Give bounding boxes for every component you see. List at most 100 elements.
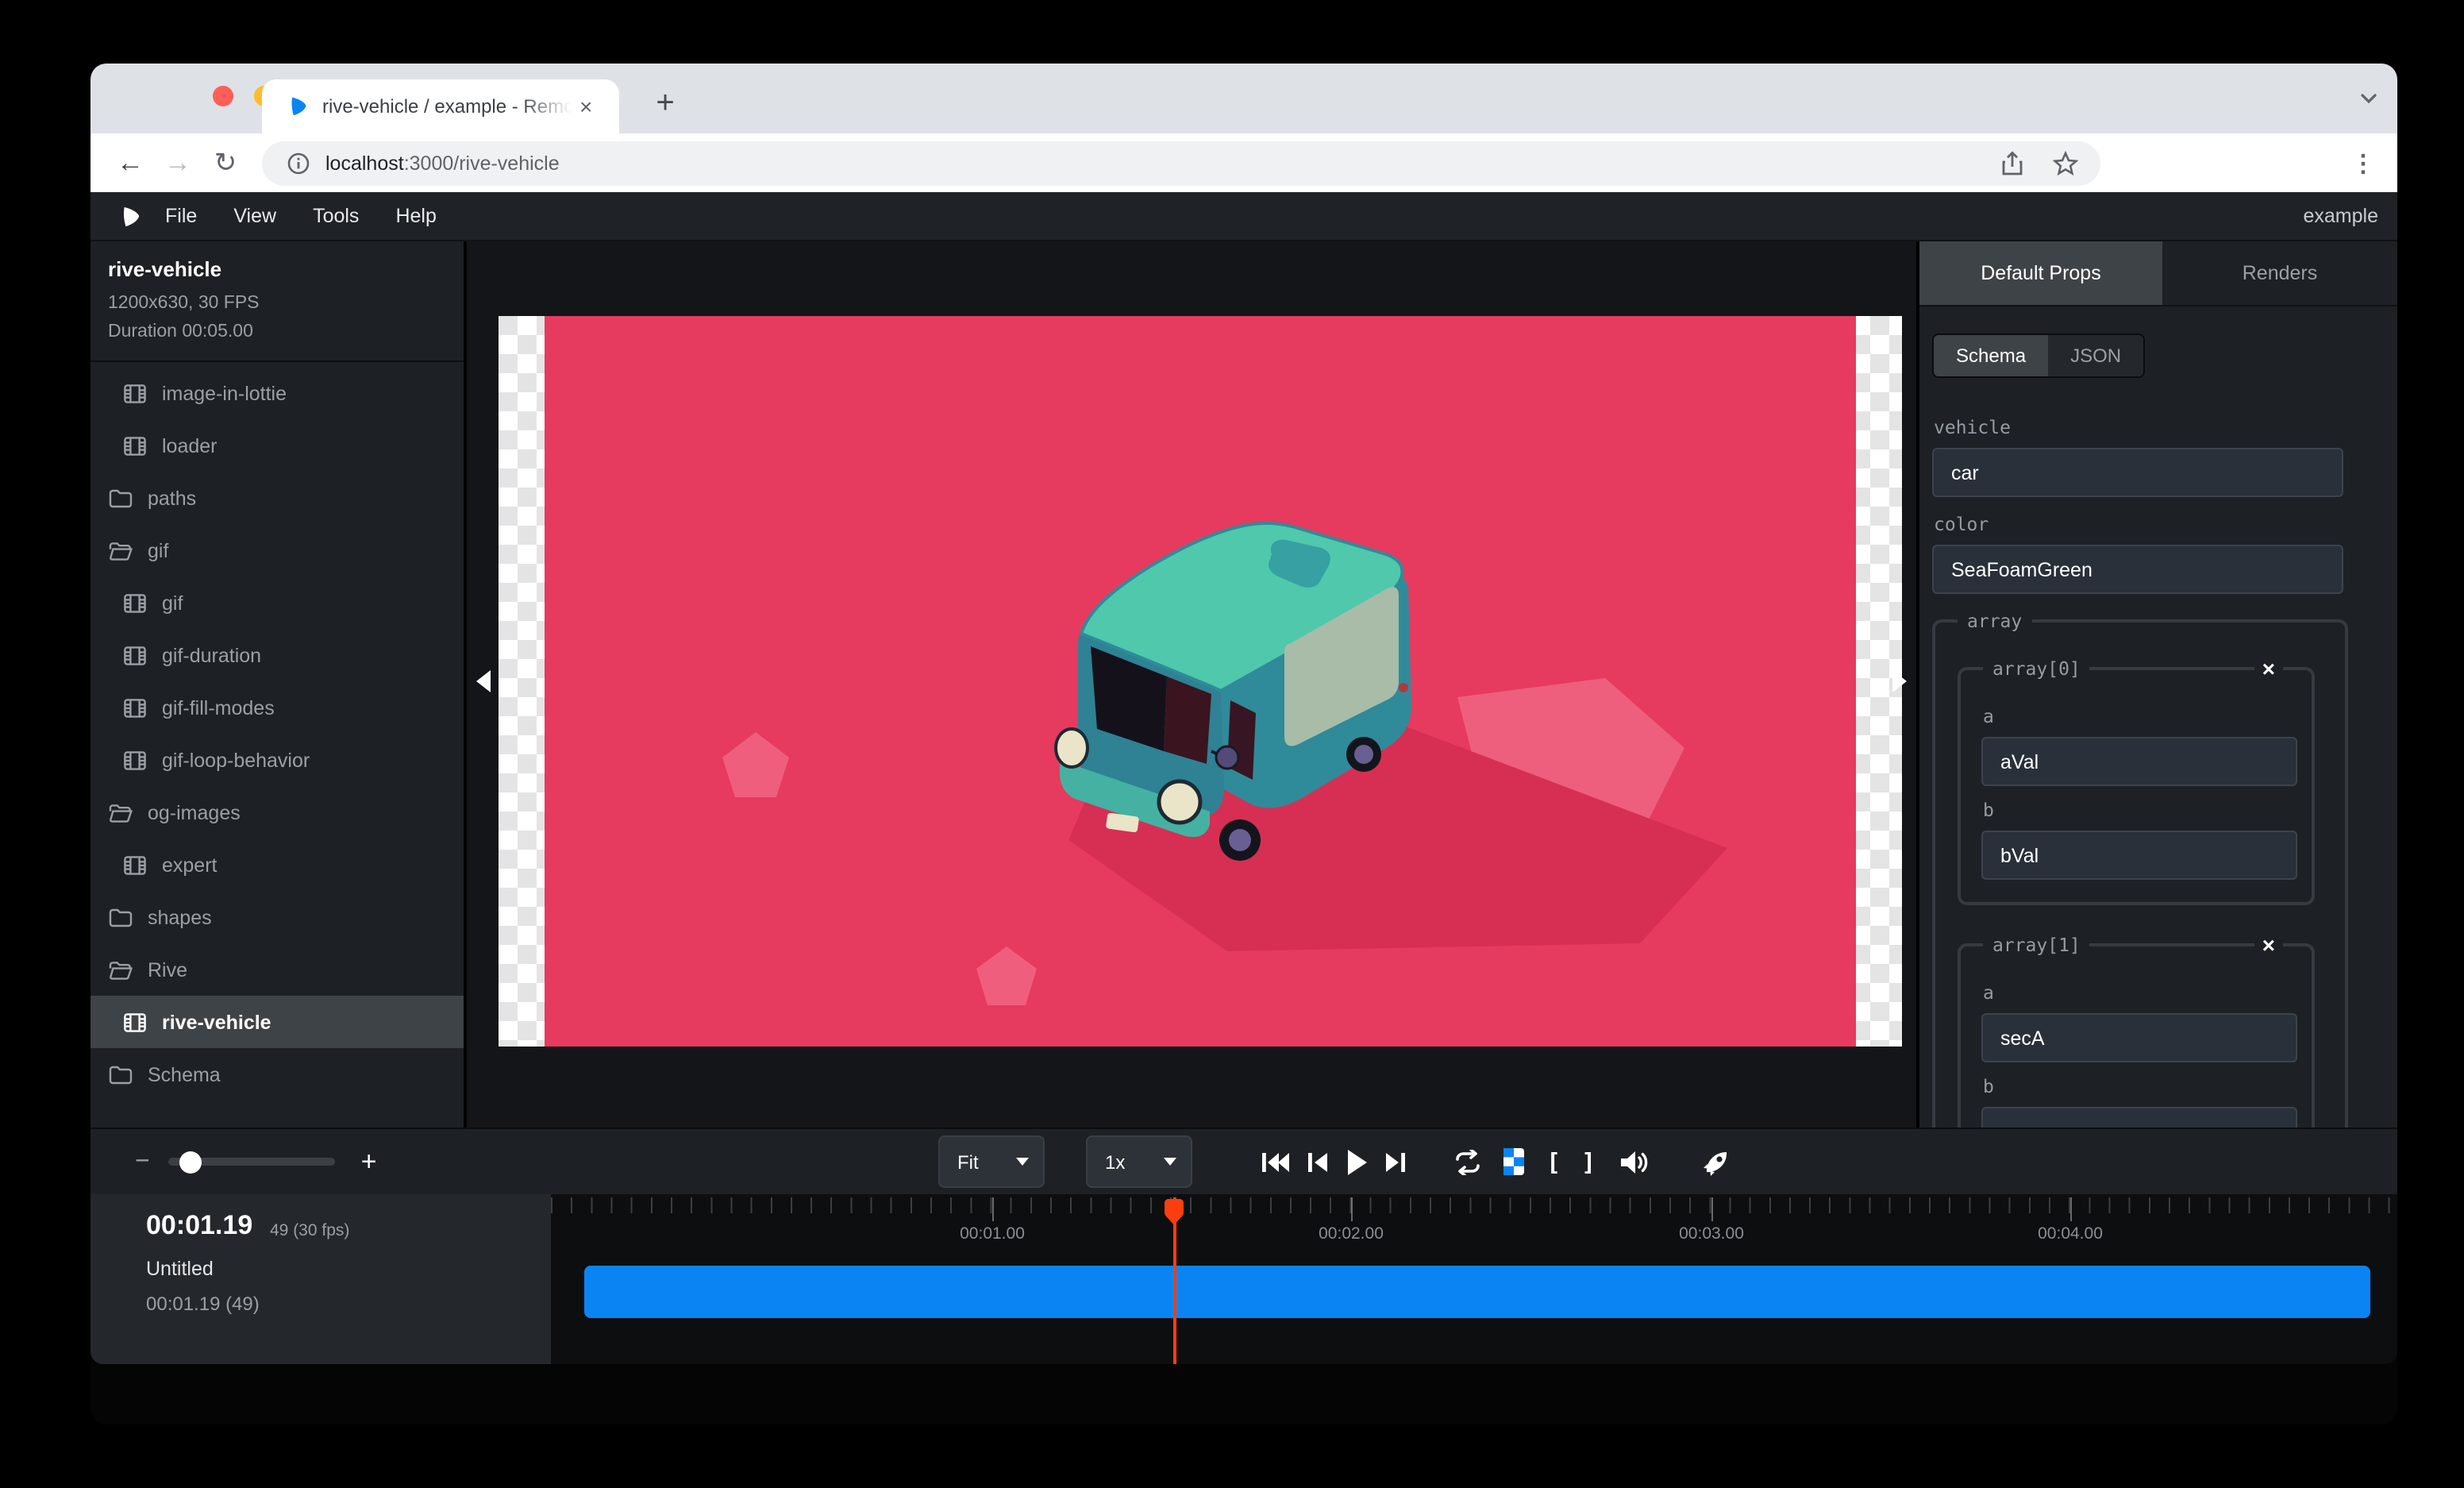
- menu-tools[interactable]: Tools: [313, 205, 359, 227]
- folder-closed-icon: [108, 904, 133, 930]
- ruler-label: 00:02.00: [1288, 1224, 1415, 1243]
- sidebar-item-rive-vehicle[interactable]: rive-vehicle: [90, 996, 464, 1048]
- remove-array-item-icon[interactable]: ×: [2254, 932, 2283, 958]
- canvas-zoom-control: − +: [135, 1129, 377, 1194]
- composition-resolution: 1200x630, 30 FPS: [108, 289, 446, 318]
- next-frame-icon[interactable]: [1386, 1151, 1405, 1173]
- zoom-in-icon[interactable]: +: [361, 1146, 377, 1178]
- composition-icon: [122, 433, 148, 458]
- chevron-down-icon: [1016, 1158, 1029, 1166]
- share-icon[interactable]: [2000, 150, 2024, 175]
- jump-to-start-icon[interactable]: [1262, 1151, 1289, 1173]
- address-bar[interactable]: localhost:3000/rive-vehicle: [262, 141, 2100, 185]
- field-input-vehicle[interactable]: car: [1932, 448, 2343, 497]
- sidebar-item-gif[interactable]: gif: [90, 576, 464, 629]
- tab-search-chevron-icon[interactable]: [2359, 89, 2378, 108]
- composition-icon: [122, 590, 148, 615]
- array-field-input[interactable]: [1981, 1107, 2297, 1128]
- track-name: Untitled: [146, 1258, 214, 1280]
- folder-open-icon: [108, 800, 133, 825]
- url-text: localhost:3000/rive-vehicle: [325, 152, 560, 174]
- toggle-schema[interactable]: Schema: [1934, 335, 2048, 376]
- preview-area: [464, 241, 1919, 1128]
- composition-duration: Duration 00:05.00: [108, 318, 446, 346]
- set-out-point-icon[interactable]: ]: [1581, 1147, 1596, 1176]
- set-in-point-icon[interactable]: [: [1546, 1147, 1561, 1176]
- sidebar-item-gif-loop-behavior[interactable]: gif-loop-behavior: [90, 734, 464, 786]
- playhead-handle[interactable]: [1162, 1197, 1186, 1232]
- forward-button[interactable]: →: [154, 147, 202, 179]
- loop-icon[interactable]: [1453, 1149, 1483, 1174]
- timeline-ruler[interactable]: [551, 1197, 2397, 1213]
- remove-array-item-icon[interactable]: ×: [2254, 656, 2283, 681]
- playback-controls: Fit 1x: [938, 1135, 1731, 1188]
- sidebar-item-gif-duration[interactable]: gif-duration: [90, 629, 464, 681]
- array-fieldset: array array[0] × a aVal b bVal array[1] …: [1932, 619, 2348, 1128]
- sidebar-item-expert[interactable]: expert: [90, 838, 464, 891]
- timeline-track-area[interactable]: 00:01.0000:02.0000:03.0000:04.00: [551, 1194, 2397, 1364]
- back-button[interactable]: ←: [106, 147, 154, 179]
- sidebar-item-shapes[interactable]: shapes: [90, 891, 464, 943]
- composition-icon: [122, 852, 148, 877]
- compositions-sidebar: rive-vehicle 1200x630, 30 FPS Duration 0…: [90, 241, 464, 1128]
- array-field-input[interactable]: bVal: [1981, 831, 2297, 880]
- folder-closed-icon: [108, 1062, 133, 1087]
- array-field: a secA: [1981, 981, 2312, 1062]
- sidebar-item-gif[interactable]: gif: [90, 524, 464, 576]
- remotion-logo-icon[interactable]: [119, 204, 143, 228]
- browser-toolbar: ← → ↻ localhost:3000/rive-vehicle ⋮: [90, 133, 2397, 192]
- array-field-input[interactable]: secA: [1981, 1013, 2297, 1062]
- volume-icon[interactable]: [1621, 1149, 1650, 1174]
- app-menubar: File View Tools Help example: [90, 192, 2397, 241]
- browser-tabstrip: rive-vehicle / example - Remot × +: [90, 64, 2397, 133]
- site-info-icon[interactable]: [287, 152, 310, 174]
- sidebar-item-Schema[interactable]: Schema: [90, 1048, 464, 1101]
- zoom-out-icon[interactable]: −: [135, 1147, 150, 1176]
- collapse-sidebar-arrow-icon[interactable]: [476, 670, 491, 692]
- zoom-slider-thumb[interactable]: [180, 1151, 202, 1173]
- sidebar-item-gif-fill-modes[interactable]: gif-fill-modes: [90, 681, 464, 734]
- track-duration: 00:01.19 (49): [146, 1293, 260, 1315]
- tab-renders[interactable]: Renders: [2162, 241, 2397, 305]
- play-icon[interactable]: [1346, 1149, 1367, 1174]
- composition-canvas[interactable]: [499, 316, 1902, 1047]
- toggle-json[interactable]: JSON: [2048, 335, 2143, 376]
- menu-file[interactable]: File: [165, 205, 197, 227]
- array-item-legend: array[1]: [1983, 934, 2090, 956]
- menu-view[interactable]: View: [233, 205, 276, 227]
- browser-tab[interactable]: rive-vehicle / example - Remot ×: [262, 79, 619, 133]
- transparency-checkerboard-icon[interactable]: [1503, 1148, 1524, 1175]
- fit-dropdown[interactable]: Fit: [938, 1135, 1045, 1188]
- timeline-track-bar[interactable]: [584, 1266, 2370, 1318]
- array-field: b: [1981, 1075, 2312, 1128]
- composition-icon: [122, 1009, 148, 1035]
- folder-closed-icon: [108, 485, 133, 511]
- reload-button[interactable]: ↻: [202, 147, 249, 179]
- tab-close-icon[interactable]: ×: [579, 95, 592, 118]
- ruler-label: 00:03.00: [1648, 1224, 1775, 1243]
- render-rocket-icon[interactable]: [1702, 1147, 1731, 1176]
- previous-frame-icon[interactable]: [1308, 1151, 1327, 1173]
- sidebar-item-loader[interactable]: loader: [90, 419, 464, 472]
- project-name-label: example: [2304, 205, 2379, 227]
- menu-help[interactable]: Help: [395, 205, 436, 227]
- array-field-input[interactable]: aVal: [1981, 737, 2297, 786]
- collapse-props-arrow-icon[interactable]: [1892, 670, 1907, 692]
- speed-dropdown[interactable]: 1x: [1086, 1135, 1192, 1188]
- array-field-label: b: [1983, 799, 2312, 821]
- tab-default-props[interactable]: Default Props: [1919, 241, 2162, 305]
- sidebar-item-Rive[interactable]: Rive: [90, 943, 464, 996]
- composition-icon: [122, 695, 148, 720]
- new-tab-button[interactable]: +: [643, 81, 687, 125]
- sidebar-item-image-in-lottie[interactable]: image-in-lottie: [90, 367, 464, 419]
- browser-menu-icon[interactable]: ⋮: [2351, 148, 2375, 177]
- zoom-slider[interactable]: [169, 1158, 336, 1166]
- sidebar-item-og-images[interactable]: og-images: [90, 786, 464, 838]
- array-item-legend: array[0]: [1983, 657, 2090, 680]
- ruler-label: 00:04.00: [2007, 1224, 2134, 1243]
- sidebar-item-paths[interactable]: paths: [90, 472, 464, 524]
- remotion-favicon: [287, 95, 310, 118]
- close-window-button[interactable]: [213, 85, 233, 106]
- bookmark-star-icon[interactable]: [2053, 150, 2078, 175]
- field-input-color[interactable]: SeaFoamGreen: [1932, 545, 2343, 594]
